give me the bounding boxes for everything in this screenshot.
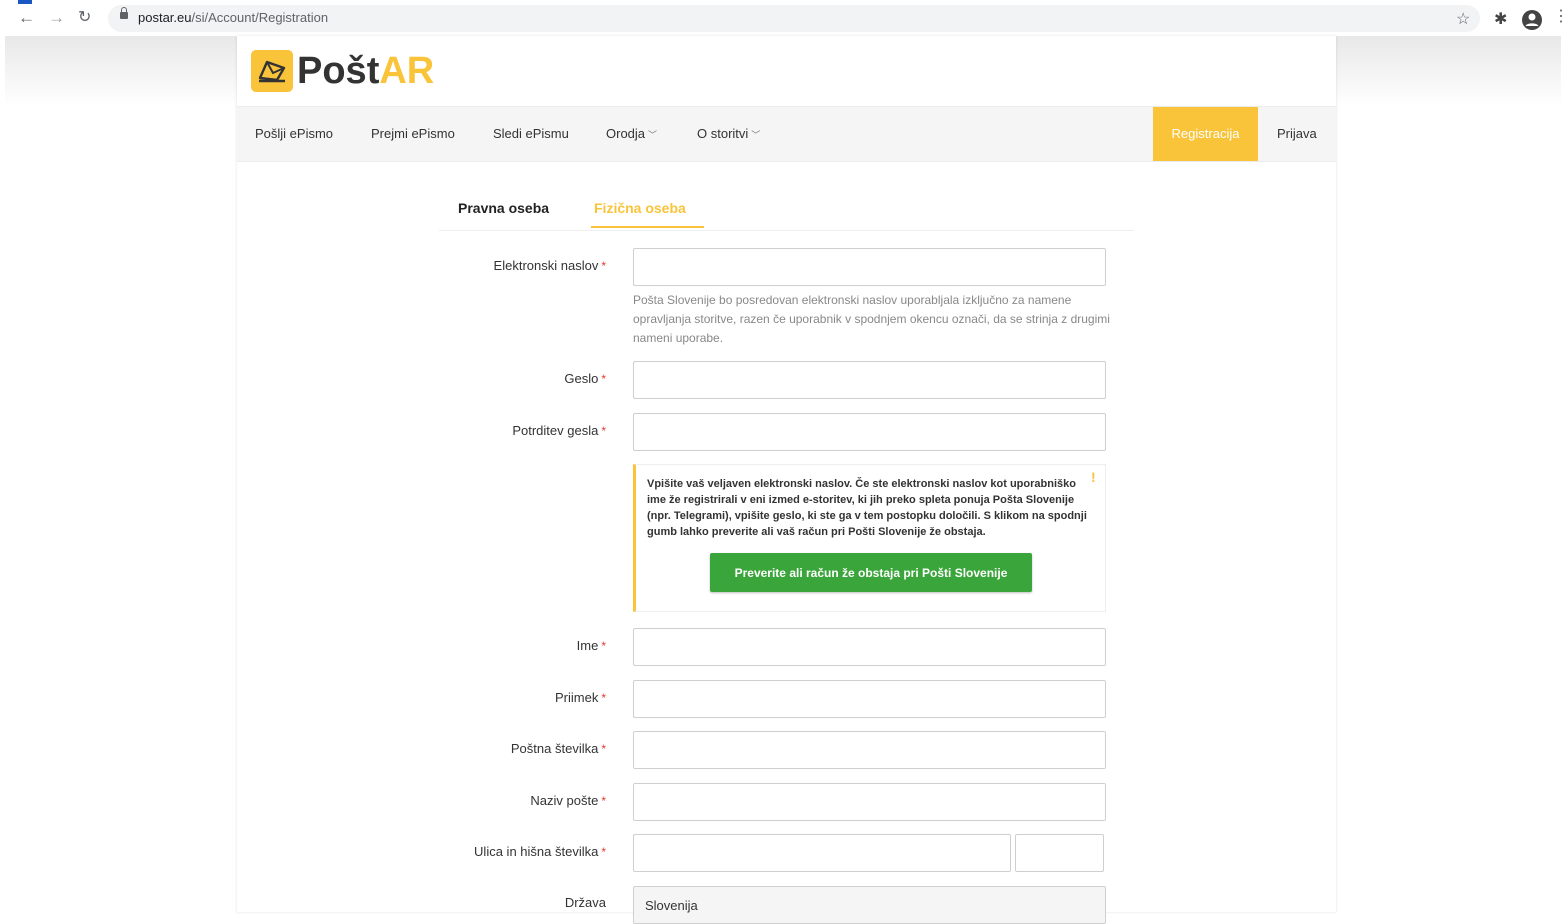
required-mark: * bbox=[601, 742, 606, 756]
post-name-input[interactable] bbox=[633, 783, 1106, 821]
password-confirm-input[interactable] bbox=[633, 413, 1106, 451]
url-host: postar.eu bbox=[138, 10, 192, 25]
nav-orodja[interactable]: Orodja ﹀ bbox=[606, 107, 657, 161]
page-container: PoštAR Pošlji ePismo Prejmi ePismo Sledi… bbox=[237, 36, 1336, 924]
tab-legal-entity[interactable]: Pravna oseba bbox=[458, 186, 549, 229]
post-name-label-row: Naziv pošte * bbox=[237, 793, 606, 813]
last-name-input[interactable] bbox=[633, 680, 1106, 718]
post-name-label: Naziv pošte * bbox=[530, 793, 606, 808]
lock-icon bbox=[120, 7, 128, 19]
first-name-input[interactable] bbox=[633, 628, 1106, 666]
bookmark-star-icon[interactable]: ☆ bbox=[1456, 9, 1470, 29]
country-label-row: Država bbox=[237, 895, 606, 915]
account-check-notice: Vpišite vaš veljaven elektronski naslov.… bbox=[633, 464, 1106, 612]
email-help-text: Pošta Slovenije bo posredovan elektronsk… bbox=[633, 293, 1110, 345]
required-mark: * bbox=[601, 259, 606, 273]
first-name-label-text: Ime bbox=[576, 638, 599, 653]
required-mark: * bbox=[601, 794, 606, 808]
password-label-row: Geslo * bbox=[237, 371, 606, 391]
exclamation-icon: ! bbox=[1091, 469, 1096, 485]
street-input[interactable] bbox=[633, 834, 1011, 872]
last-name-label-text: Priimek bbox=[554, 690, 599, 705]
password-label-text: Geslo bbox=[564, 371, 599, 386]
password-confirm-label-row: Potrditev gesla * bbox=[237, 423, 606, 443]
postal-code-label: Poštna številka * bbox=[511, 741, 606, 756]
logo-text-accent: AR bbox=[379, 50, 435, 92]
house-number-input[interactable] bbox=[1015, 834, 1104, 872]
envelope-logo-icon[interactable] bbox=[251, 50, 293, 92]
login-link[interactable]: Prijava bbox=[1277, 107, 1317, 161]
password-confirm-label: Potrditev gesla * bbox=[512, 423, 606, 438]
required-mark: * bbox=[601, 691, 606, 705]
required-mark: * bbox=[601, 639, 606, 653]
nav-orodja-label: Orodja bbox=[606, 126, 646, 141]
password-label: Geslo * bbox=[564, 371, 606, 386]
site-logo-text[interactable]: PoštAR bbox=[297, 48, 434, 94]
nav-sledi-epismu[interactable]: Sledi ePismu bbox=[493, 107, 569, 161]
register-button[interactable]: Registracija bbox=[1153, 107, 1258, 161]
required-mark: * bbox=[601, 424, 606, 438]
nav-prejmi-epismo[interactable]: Prejmi ePismo bbox=[371, 107, 455, 161]
last-name-label-row: Priimek * bbox=[237, 690, 606, 710]
post-name-label-text: Naziv pošte bbox=[530, 793, 599, 808]
email-label-row: Elektronski naslov * bbox=[237, 258, 606, 278]
email-label-text: Elektronski naslov bbox=[493, 258, 599, 273]
browser-tab-indicator bbox=[18, 0, 32, 4]
password-input[interactable] bbox=[633, 361, 1106, 399]
main-navigation: Pošlji ePismo Prejmi ePismo Sledi ePismu… bbox=[237, 106, 1336, 162]
nav-poslji-epismo[interactable]: Pošlji ePismo bbox=[255, 107, 333, 161]
back-arrow-icon[interactable]: ← bbox=[18, 9, 35, 27]
extensions-puzzle-icon[interactable]: ✱ bbox=[1494, 9, 1507, 29]
chevron-down-icon: ﹀ bbox=[751, 130, 761, 140]
url-path: /si/Account/Registration bbox=[191, 10, 329, 25]
first-name-label-row: Ime * bbox=[237, 638, 606, 658]
street-label: Ulica in hišna številka * bbox=[474, 844, 606, 859]
profile-avatar-icon[interactable] bbox=[1521, 9, 1543, 36]
street-label-text: Ulica in hišna številka bbox=[474, 844, 599, 859]
country-input bbox=[633, 886, 1106, 924]
country-label: Država bbox=[564, 895, 606, 910]
person-type-tabs: Pravna oseba Fizična oseba bbox=[439, 186, 1134, 231]
browser-toolbar: ← → ↻ postar.eu/si/Account/Registration … bbox=[0, 0, 1562, 36]
nav-o-storitvi-label: O storitvi bbox=[697, 126, 749, 141]
chevron-down-icon: ﹀ bbox=[648, 130, 658, 140]
last-name-label: Priimek * bbox=[555, 690, 606, 705]
postal-code-label-text: Poštna številka bbox=[510, 741, 599, 756]
postal-code-label-row: Poštna številka * bbox=[237, 741, 606, 761]
check-account-button[interactable]: Preverite ali račun že obstaja pri Pošti… bbox=[710, 553, 1032, 592]
password-confirm-label-text: Potrditev gesla bbox=[512, 423, 599, 438]
required-mark: * bbox=[601, 845, 606, 859]
forward-arrow-icon[interactable]: → bbox=[48, 9, 65, 27]
browser-menu-icon[interactable]: ⋮ bbox=[1553, 6, 1562, 26]
email-label: Elektronski naslov * bbox=[494, 258, 606, 273]
url-text[interactable]: postar.eu/si/Account/Registration bbox=[138, 10, 328, 25]
first-name-label: Ime * bbox=[577, 638, 606, 653]
required-mark: * bbox=[601, 372, 606, 386]
notice-text: Vpišite vaš veljaven elektronski naslov.… bbox=[647, 478, 1087, 538]
tab-natural-person[interactable]: Fizična oseba bbox=[591, 186, 704, 228]
postal-code-input[interactable] bbox=[633, 731, 1106, 769]
reload-icon[interactable]: ↻ bbox=[78, 9, 91, 27]
email-input[interactable] bbox=[633, 248, 1106, 286]
logo-text-main: Pošt bbox=[297, 50, 380, 92]
street-label-row: Ulica in hišna številka * bbox=[237, 844, 606, 864]
nav-o-storitvi[interactable]: O storitvi ﹀ bbox=[697, 107, 760, 161]
site-header: PoštAR bbox=[237, 36, 1336, 106]
